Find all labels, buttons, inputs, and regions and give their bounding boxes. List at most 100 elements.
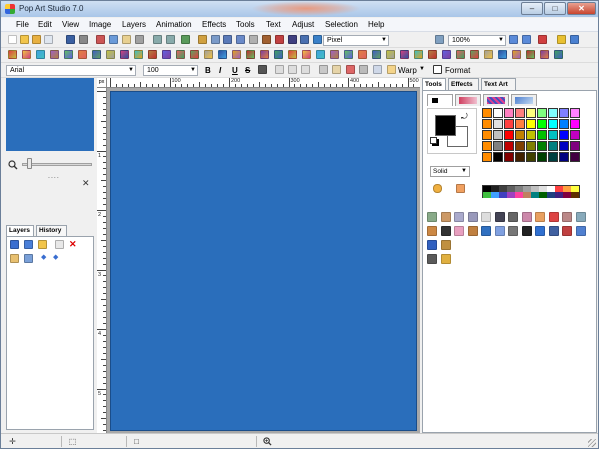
move-layer-up-icon[interactable]: ◆ [41,254,50,263]
color-swatch[interactable] [570,108,580,118]
gradient-icon[interactable] [494,226,505,236]
effect-icon[interactable] [162,50,171,59]
effect-icon[interactable] [218,50,227,59]
effect-icon[interactable] [456,50,465,59]
minimize-button[interactable]: – [521,2,543,15]
crop-icon[interactable] [135,35,144,44]
ellipse-icon[interactable] [467,212,478,222]
document-canvas[interactable] [110,91,417,431]
format-button[interactable]: Format [445,66,470,75]
effect-icon[interactable] [148,50,157,59]
menu-help[interactable]: Help [368,20,384,29]
subtab-gradient[interactable] [455,94,481,106]
color-swatch[interactable] [515,141,525,151]
effect-icon[interactable] [50,50,59,59]
color-swatch[interactable] [515,130,525,140]
effect-icon[interactable] [64,50,73,59]
folder-icon[interactable] [38,240,47,249]
italic-button[interactable]: I [219,66,221,75]
color-swatch[interactable] [559,108,569,118]
menu-file[interactable]: File [16,20,29,29]
grid-icon[interactable] [249,35,258,44]
flip-icon[interactable] [223,35,232,44]
effect-icon[interactable] [106,50,115,59]
color-strip[interactable] [482,185,580,198]
effect-icon[interactable] [176,50,185,59]
effect-icon[interactable] [330,50,339,59]
bucket-icon[interactable] [467,226,478,236]
blur-icon[interactable] [440,240,451,250]
menu-image[interactable]: Image [89,20,111,29]
color-swatch[interactable] [493,141,503,151]
document-icon[interactable] [44,35,53,44]
align-left-icon[interactable] [275,65,284,74]
effect-icon[interactable] [344,50,353,59]
menu-edit[interactable]: Edit [38,20,52,29]
color-swatch[interactable] [482,119,492,129]
color-swatch[interactable] [515,152,525,162]
effect-icon[interactable] [498,50,507,59]
strip-swatch[interactable] [515,192,523,198]
color-swatch[interactable] [493,119,503,129]
zoom-in-icon[interactable] [522,35,531,44]
color-swatch[interactable] [504,108,514,118]
color-swatch[interactable] [537,152,547,162]
color-swatch[interactable] [548,119,558,129]
brush-icon[interactable] [275,35,284,44]
menu-adjust[interactable]: Adjust [292,20,314,29]
color-swatch[interactable] [570,152,580,162]
color-swatch[interactable] [570,141,580,151]
zoom-slider-track[interactable] [22,163,92,166]
color-swatch[interactable] [537,108,547,118]
color-swatch[interactable] [570,119,580,129]
effect-icon[interactable] [414,50,423,59]
maximize-button[interactable]: □ [544,2,566,15]
merge-layer-icon[interactable] [24,254,33,263]
print-icon[interactable] [79,35,88,44]
eyedropper-icon[interactable] [456,184,465,193]
close-icon[interactable]: ✕ [82,178,90,189]
color-swatch[interactable] [537,141,547,151]
color-swatch[interactable] [548,141,558,151]
color-swatch[interactable] [482,108,492,118]
color-swatch[interactable] [482,152,492,162]
effect-icon[interactable] [554,50,563,59]
color-swatch[interactable] [570,130,580,140]
format-icon[interactable] [433,65,442,74]
effect-icon[interactable] [358,50,367,59]
color-swatch[interactable] [482,141,492,151]
open-folder-icon[interactable] [32,35,41,44]
color-swatch[interactable] [515,119,525,129]
align-center-icon[interactable] [288,65,297,74]
pencil-icon[interactable] [427,226,437,236]
color-swatch[interactable] [482,130,492,140]
font-select[interactable]: Arial ▼ [6,65,136,76]
tab-layers[interactable]: Layers [6,225,34,236]
measure-icon[interactable] [521,212,532,222]
settings-icon[interactable] [300,35,309,44]
pattern-icon[interactable] [562,226,572,236]
menu-text[interactable]: Text [266,20,281,29]
effect-icon[interactable] [386,50,395,59]
shape-fill-icon[interactable] [427,240,437,250]
hand-icon[interactable] [535,212,545,222]
line-icon[interactable] [440,226,451,236]
color-swatch[interactable] [526,119,536,129]
clone-icon[interactable] [575,212,586,222]
text-effect-icon[interactable] [319,65,328,74]
effect-icon[interactable] [134,50,143,59]
strip-swatch[interactable] [571,192,579,198]
shape-icon[interactable] [535,226,545,236]
redo-icon[interactable] [166,35,175,44]
move-icon[interactable] [508,212,518,222]
effect-icon[interactable] [22,50,31,59]
effect-icon[interactable] [246,50,255,59]
effect-icon[interactable] [470,50,479,59]
smudge-icon[interactable] [508,226,518,236]
effect-icon[interactable] [400,50,409,59]
bold-button[interactable]: B [205,66,211,75]
strip-swatch[interactable] [523,192,531,198]
effect-icon[interactable] [232,50,241,59]
refresh-icon[interactable] [181,35,190,44]
balloon-icon[interactable] [481,212,491,222]
